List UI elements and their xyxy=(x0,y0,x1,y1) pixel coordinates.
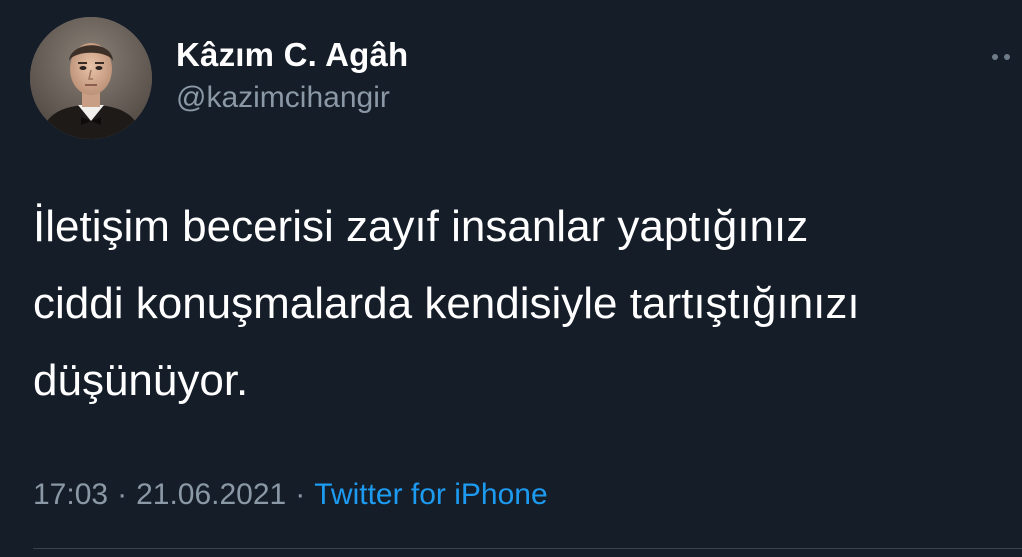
tweet-text-line: İletişim becerisi zayıf insanlar yaptığı… xyxy=(33,202,809,251)
tweet-text-line: ciddi konuşmalarda kendisiyle tartıştığı… xyxy=(33,279,860,328)
author-avatar[interactable] xyxy=(30,17,152,139)
more-options-button[interactable] xyxy=(992,46,1022,68)
avatar-photo-icon xyxy=(30,17,152,139)
tweet-time[interactable]: 17:03 xyxy=(33,478,108,511)
divider xyxy=(33,548,1022,549)
tweet-text: İletişim becerisi zayıf insanlar yaptığı… xyxy=(33,188,1008,419)
meta-separator: · xyxy=(295,478,306,511)
more-dots-icon xyxy=(992,54,998,60)
more-dots-icon xyxy=(1004,54,1010,60)
meta-separator: · xyxy=(117,478,128,511)
tweet-meta: 17:03 · 21.06.2021 · Twitter for iPhone xyxy=(33,478,548,512)
tweet-card: Kâzım C. Agâh @kazimcihangir İletişim be… xyxy=(0,0,1022,557)
author-display-name[interactable]: Kâzım C. Agâh xyxy=(176,36,408,74)
tweet-text-line: düşünüyor. xyxy=(33,356,249,405)
author-handle[interactable]: @kazimcihangir xyxy=(176,81,390,115)
tweet-source-link[interactable]: Twitter for iPhone xyxy=(314,478,547,511)
tweet-date[interactable]: 21.06.2021 xyxy=(136,478,286,511)
